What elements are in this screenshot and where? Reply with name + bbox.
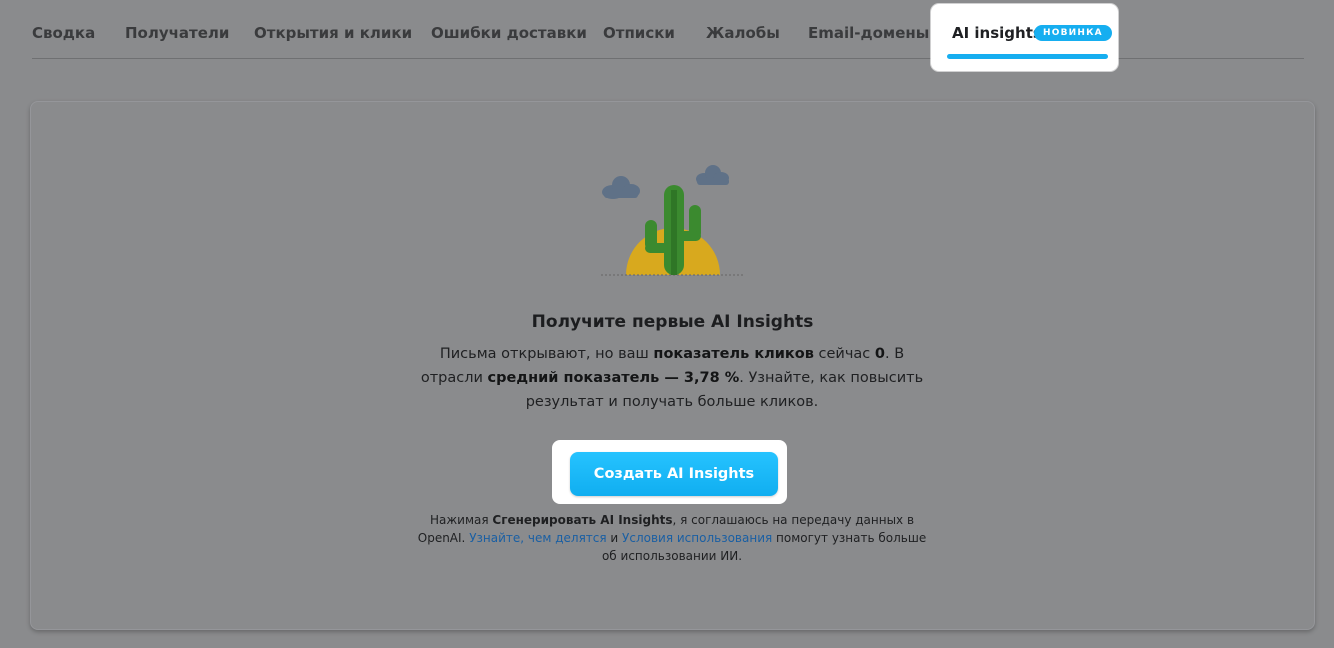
create-ai-insights-button[interactable]: Создать AI Insights bbox=[570, 452, 778, 496]
desc-text: Письма открывают, но ваш bbox=[439, 346, 654, 362]
cloud-left-icon bbox=[602, 176, 640, 199]
empty-state-description: Письма открывают, но ваш показатель клик… bbox=[412, 342, 932, 414]
cloud-right-icon bbox=[696, 165, 729, 185]
tab-bounces[interactable]: Ошибки доставки bbox=[431, 24, 587, 42]
tab-email-domains[interactable]: Email-домены bbox=[808, 24, 929, 42]
cta-highlight-frame: Создать AI Insights bbox=[552, 440, 787, 504]
active-tab-indicator bbox=[947, 54, 1108, 59]
data-sharing-link[interactable]: Узнайте, чем делятся bbox=[469, 531, 606, 545]
new-badge: НОВИНКА bbox=[1034, 25, 1112, 41]
tab-ai-insights-label: AI insights bbox=[952, 24, 1042, 42]
desc-click-rate-label: показатель кликов bbox=[653, 346, 814, 362]
tab-complaints[interactable]: Жалобы bbox=[706, 24, 780, 42]
tab-ai-insights[interactable]: AI insights НОВИНКА bbox=[931, 4, 1118, 71]
consent-text: Нажимая bbox=[429, 513, 493, 527]
tab-opens-clicks[interactable]: Открытия и клики bbox=[254, 24, 412, 42]
consent-action-name: Сгенерировать AI Insights bbox=[492, 513, 673, 527]
desc-text: сейчас bbox=[813, 346, 875, 362]
consent-text: и bbox=[606, 531, 623, 545]
tab-summary[interactable]: Сводка bbox=[32, 24, 95, 42]
report-tabs: Сводка Получатели Открытия и клики Ошибк… bbox=[32, 0, 1304, 71]
empty-state-title: Получите первые AI Insights bbox=[531, 312, 814, 332]
desc-industry-average: средний показатель — 3,78 % bbox=[487, 370, 740, 386]
ai-insights-empty-card: Получите первые AI Insights Письма откры… bbox=[30, 101, 1315, 630]
tab-unsubscribes[interactable]: Отписки bbox=[603, 24, 675, 42]
cactus-sun-clouds-illustration bbox=[601, 165, 743, 276]
consent-notice: Нажимая Сгенерировать AI Insights, я сог… bbox=[412, 511, 932, 565]
desc-click-rate-value: 0 bbox=[874, 346, 885, 362]
terms-of-use-link[interactable]: Условия использования bbox=[622, 531, 772, 545]
tab-recipients[interactable]: Получатели bbox=[125, 24, 229, 42]
